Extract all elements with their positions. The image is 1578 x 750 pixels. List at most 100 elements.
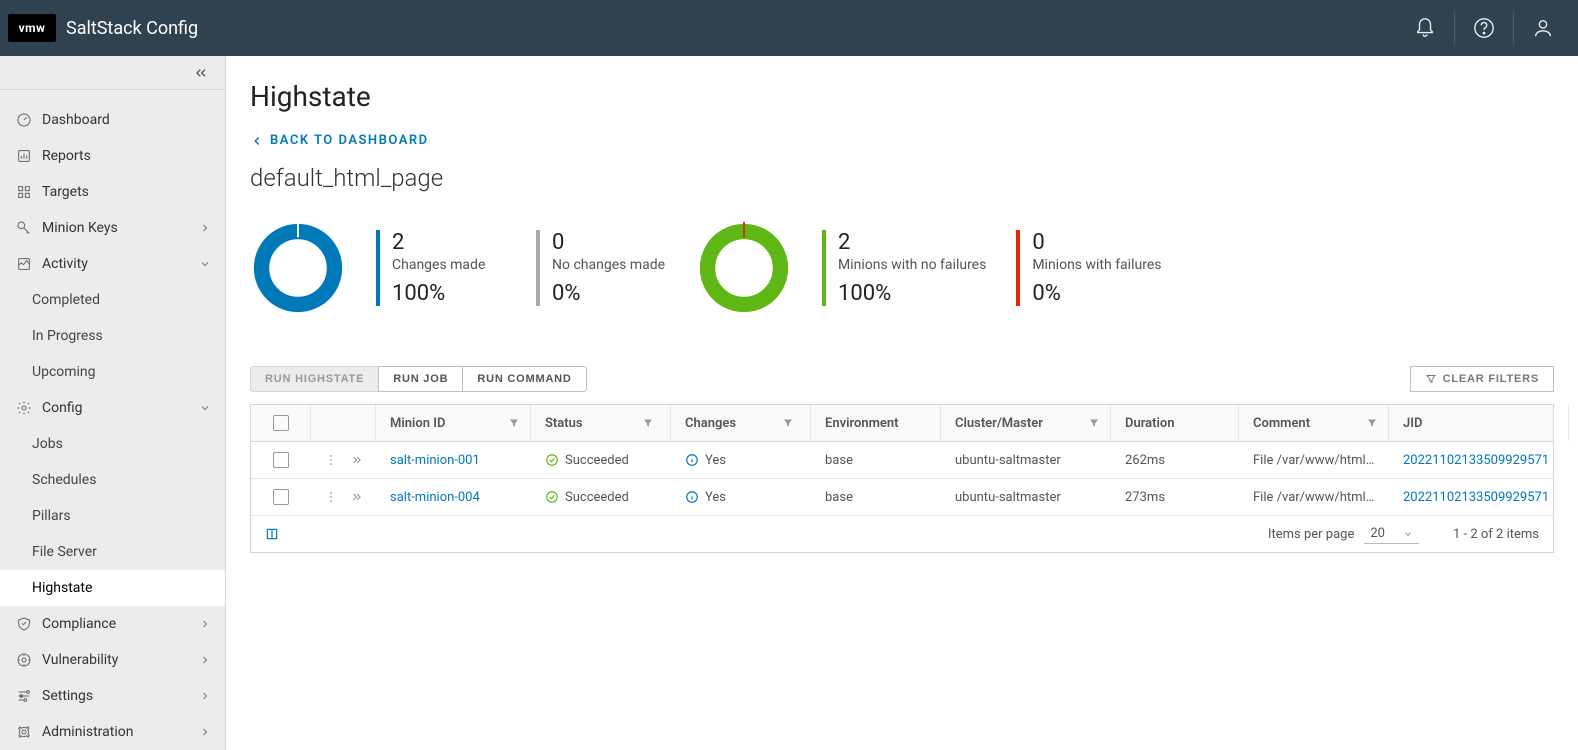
kebab-menu-icon[interactable] (324, 453, 338, 467)
back-link-label: BACK TO DASHBOARD (270, 133, 429, 148)
sidebar-item-vulnerability[interactable]: Vulnerability (0, 642, 225, 678)
page-range: 1 - 2 of 2 items (1453, 527, 1539, 542)
sidebar-item-label: Dashboard (42, 112, 110, 128)
filter-icon (508, 417, 520, 429)
sidebar-item-settings[interactable]: Settings (0, 678, 225, 714)
table-row: salt-minion-004SucceededYesbaseubuntu-sa… (251, 479, 1553, 516)
key-icon (16, 220, 32, 236)
row-checkbox[interactable] (273, 452, 289, 468)
sidebar-item-label: Config (42, 400, 82, 416)
items-per-page-label: Items per page (1268, 527, 1354, 542)
stat-value: 0 (552, 230, 666, 255)
chevron-right-icon (199, 618, 211, 630)
minions-donut-chart (696, 220, 792, 316)
status-value: Succeeded (565, 453, 629, 468)
changes-value: Yes (705, 490, 726, 505)
stat-value: 0 (1032, 230, 1161, 255)
sidebar-sub-in-progress[interactable]: In Progress (0, 318, 225, 354)
sidebar-item-label: Pillars (32, 508, 71, 524)
sidebar-item-label: Completed (32, 292, 100, 308)
select-all-checkbox[interactable] (273, 415, 289, 431)
info-icon (685, 490, 699, 504)
sidebar-item-compliance[interactable]: Compliance (0, 606, 225, 642)
duration-value: 262ms (1125, 453, 1165, 468)
stat-label: Minions with no failures (838, 257, 986, 273)
chevron-right-icon (199, 690, 211, 702)
clear-filters-label: CLEAR FILTERS (1443, 373, 1539, 385)
help-icon[interactable] (1473, 17, 1495, 39)
sidebar-collapse-toggle[interactable] (0, 56, 225, 90)
run-job-button[interactable]: RUN JOB (378, 366, 463, 392)
success-icon (545, 490, 559, 504)
sidebar-item-label: Activity (42, 256, 88, 272)
column-cluster[interactable]: Cluster/Master (941, 405, 1111, 441)
stat-minions-fail: 0 Minions with failures 0% (1016, 230, 1161, 306)
bell-icon[interactable] (1414, 17, 1436, 39)
sidebar-item-label: Administration (42, 724, 133, 740)
sidebar-sub-completed[interactable]: Completed (0, 282, 225, 318)
sidebar-item-administration[interactable]: Administration (0, 714, 225, 750)
column-changes[interactable]: Changes (671, 405, 811, 441)
kebab-menu-icon[interactable] (324, 490, 338, 504)
action-button-row: RUN HIGHSTATE RUN JOB RUN COMMAND CLEAR … (250, 366, 1554, 392)
gear-icon (16, 400, 32, 416)
jid-link[interactable]: 20221102133509929571 (1403, 453, 1549, 468)
column-jid[interactable]: JID (1389, 405, 1569, 441)
column-status[interactable]: Status (531, 405, 671, 441)
columns-icon (265, 527, 279, 541)
sidebar-sub-file-server[interactable]: File Server (0, 534, 225, 570)
clear-filters-button[interactable]: CLEAR FILTERS (1410, 366, 1554, 392)
sidebar-sub-schedules[interactable]: Schedules (0, 462, 225, 498)
sidebar-item-reports[interactable]: Reports (0, 138, 225, 174)
sidebar-item-label: Targets (42, 184, 89, 200)
sidebar-item-label: Upcoming (32, 364, 96, 380)
status-value: Succeeded (565, 490, 629, 505)
cluster-value: ubuntu-saltmaster (955, 453, 1061, 468)
stat-no-changes: 0 No changes made 0% (536, 230, 666, 306)
minion-id-link[interactable]: salt-minion-001 (390, 453, 480, 468)
back-to-dashboard-link[interactable]: BACK TO DASHBOARD (250, 133, 1554, 148)
run-highstate-button[interactable]: RUN HIGHSTATE (250, 366, 379, 392)
sidebar-item-targets[interactable]: Targets (0, 174, 225, 210)
sidebar: Dashboard Reports Targets Minion Keys (0, 56, 226, 750)
run-command-button[interactable]: RUN COMMAND (462, 366, 586, 392)
minion-id-link[interactable]: salt-minion-004 (390, 490, 480, 505)
column-toggle-button[interactable] (265, 527, 279, 541)
jid-link[interactable]: 20221102133509929571 (1403, 490, 1549, 505)
column-environment[interactable]: Environment (811, 405, 941, 441)
stat-label: No changes made (552, 257, 666, 273)
stat-percentage: 0% (552, 281, 666, 306)
expand-row-icon[interactable] (349, 490, 363, 504)
items-per-page-select[interactable]: 20 (1364, 524, 1419, 544)
top-header: vmw SaltStack Config (0, 0, 1578, 56)
changes-value: Yes (705, 453, 726, 468)
vmw-logo: vmw (8, 14, 56, 42)
row-checkbox[interactable] (273, 489, 289, 505)
settings-icon (16, 688, 32, 704)
comment-value: File /var/www/html... (1253, 490, 1375, 505)
filter-icon (1366, 417, 1378, 429)
sidebar-item-label: In Progress (32, 328, 103, 344)
sidebar-sub-pillars[interactable]: Pillars (0, 498, 225, 534)
sidebar-item-label: File Server (32, 544, 97, 560)
column-duration[interactable]: Duration (1111, 405, 1239, 441)
sidebar-item-label: Reports (42, 148, 91, 164)
table-header-row: Minion ID Status Changes Environment Clu… (251, 405, 1553, 442)
sidebar-item-dashboard[interactable]: Dashboard (0, 102, 225, 138)
sidebar-item-minion-keys[interactable]: Minion Keys (0, 210, 225, 246)
sidebar-sub-upcoming[interactable]: Upcoming (0, 354, 225, 390)
filter-icon (642, 417, 654, 429)
chevron-down-icon (199, 258, 211, 270)
column-minion-id[interactable]: Minion ID (376, 405, 531, 441)
user-icon[interactable] (1532, 17, 1554, 39)
sidebar-sub-jobs[interactable]: Jobs (0, 426, 225, 462)
double-chevron-left-icon (193, 65, 209, 81)
chevron-right-icon (199, 654, 211, 666)
stat-value: 2 (838, 230, 986, 255)
expand-row-icon[interactable] (349, 453, 363, 467)
sidebar-item-config[interactable]: Config (0, 390, 225, 426)
column-comment[interactable]: Comment (1239, 405, 1389, 441)
sidebar-item-label: Settings (42, 688, 93, 704)
sidebar-item-activity[interactable]: Activity (0, 246, 225, 282)
sidebar-sub-highstate[interactable]: Highstate (0, 570, 225, 606)
